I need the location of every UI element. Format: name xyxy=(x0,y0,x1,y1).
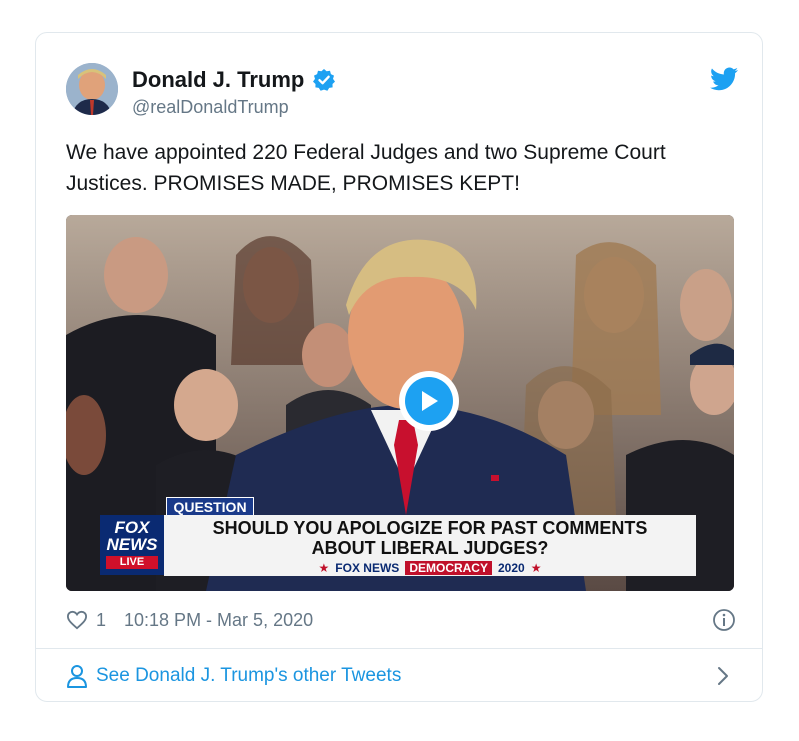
video-player[interactable]: QUESTION FOX NEWS LIVE SHOULD YOU APOLOG… xyxy=(66,215,734,591)
news-chyron: QUESTION FOX NEWS LIVE SHOULD YOU APOLOG… xyxy=(100,497,700,577)
tweet-text: We have appointed 220 Federal Judges and… xyxy=(66,141,666,195)
fox-news-logo: FOX NEWS LIVE xyxy=(100,515,164,575)
author-handle[interactable]: @realDonaldTrump xyxy=(132,97,289,118)
logo-line1: FOX xyxy=(114,518,150,537)
tweet-card: Donald J. Trump @realDonaldTrump We have… xyxy=(35,32,763,702)
like-count[interactable]: 1 xyxy=(96,610,106,631)
headline-line1: SHOULD YOU APOLOGIZE FOR PAST COMMENTS xyxy=(212,518,648,538)
twitter-bird-icon[interactable] xyxy=(710,67,738,91)
logo-line2: NEWS xyxy=(106,535,158,554)
ticker-year: 2020 xyxy=(497,561,525,575)
chevron-right-icon[interactable] xyxy=(716,665,730,687)
divider xyxy=(36,648,762,649)
logo-live: LIVE xyxy=(106,556,158,569)
ticker-brand: FOX NEWS xyxy=(335,561,400,575)
person-icon xyxy=(67,665,87,688)
tweet-footer[interactable]: See Donald J. Trump's other Tweets xyxy=(66,663,736,689)
star-icon: ★ xyxy=(318,561,330,575)
see-other-tweets-link[interactable]: See Donald J. Trump's other Tweets xyxy=(96,665,401,687)
verified-badge-icon xyxy=(313,69,336,91)
play-button[interactable] xyxy=(399,371,459,431)
avatar[interactable] xyxy=(66,63,118,115)
author-name[interactable]: Donald J. Trump xyxy=(132,67,304,93)
play-icon xyxy=(405,377,453,425)
tweet-timestamp[interactable]: 10:18 PM - Mar 5, 2020 xyxy=(124,610,313,631)
heart-icon[interactable] xyxy=(66,610,88,630)
author-row: Donald J. Trump xyxy=(132,67,336,93)
info-icon[interactable] xyxy=(712,608,736,632)
tweet-meta: 1 10:18 PM - Mar 5, 2020 xyxy=(66,608,736,632)
tweet-header: Donald J. Trump @realDonaldTrump xyxy=(66,61,738,121)
headline-line2: ABOUT LIBERAL JUDGES? xyxy=(311,538,549,558)
chyron-tag: QUESTION xyxy=(166,497,254,517)
chyron-ticker: ★ FOX NEWS DEMOCRACY 2020 ★ xyxy=(164,560,696,576)
star-icon: ★ xyxy=(530,561,542,575)
chyron-headline: SHOULD YOU APOLOGIZE FOR PAST COMMENTS A… xyxy=(164,515,696,560)
ticker-segment: DEMOCRACY xyxy=(405,561,492,575)
